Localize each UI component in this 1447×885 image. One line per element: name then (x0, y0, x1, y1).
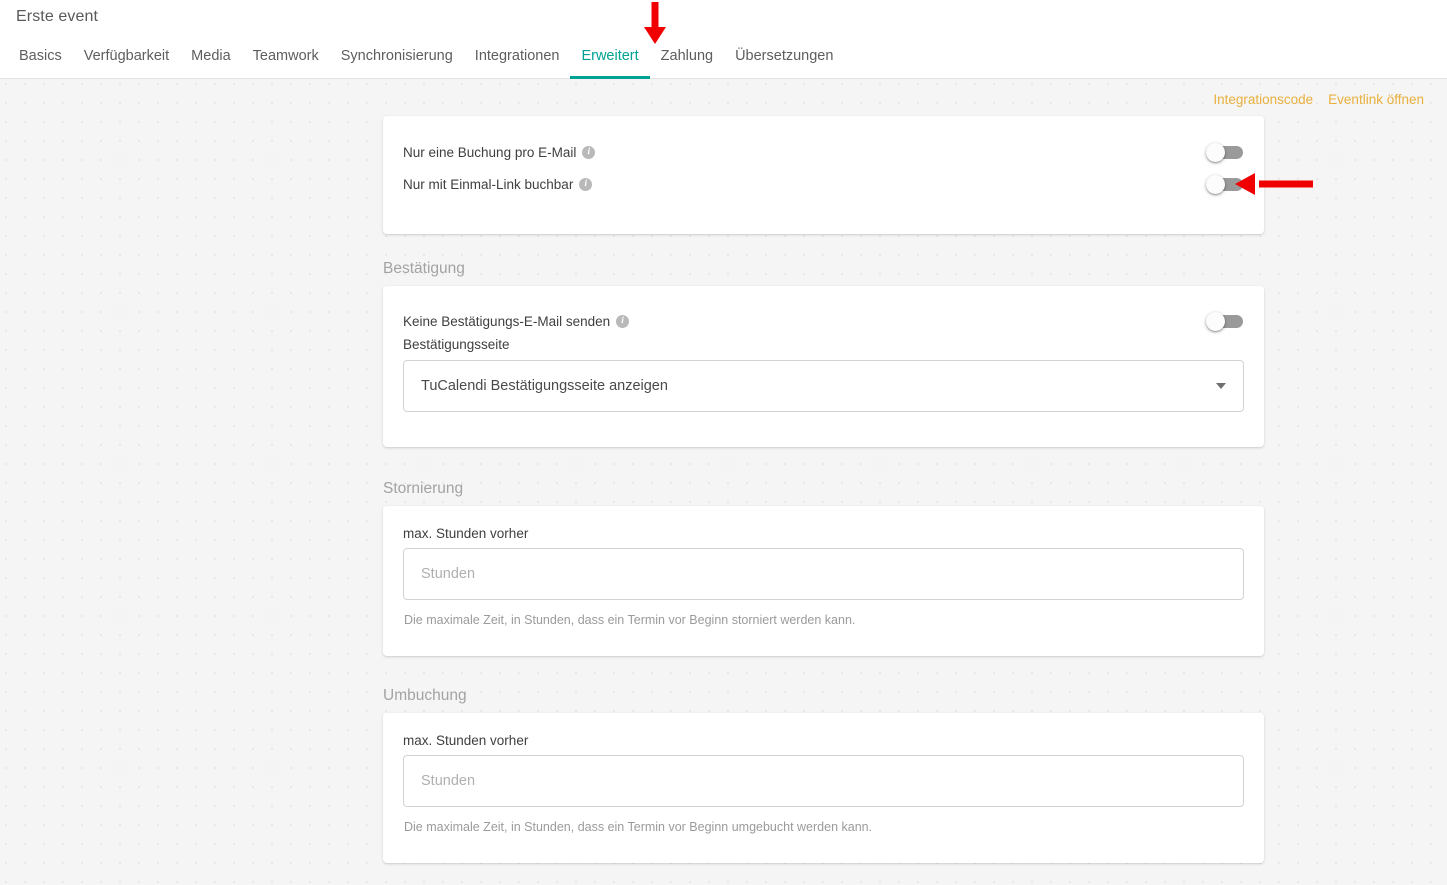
toggle-nur-mit-einmal-link-buchbar[interactable] (1206, 175, 1244, 194)
toggle-knob (1206, 143, 1225, 162)
tab-teamwork[interactable]: Teamwork (242, 38, 330, 79)
row-label-group: Nur mit Einmal-Link buchbar i (403, 176, 593, 192)
tab-verfugbarkeit[interactable]: Verfügbarkeit (73, 38, 180, 79)
app-header: Erste event Basics Verfügbarkeit Media T… (0, 0, 1447, 79)
row-keine-bestaetigungs-email-senden: Keine Bestätigungs-E-Mail senden i (403, 308, 1244, 334)
tab-label: Zahlung (660, 48, 714, 64)
main-content-area: Integrationscode Eventlink öffnen Nur ei… (0, 79, 1447, 885)
input-stornierung-stunden[interactable] (403, 548, 1244, 600)
select-value: TuCalendi Bestätigungsseite anzeigen (421, 378, 668, 394)
page-title: Erste event (16, 8, 99, 25)
input-umbuchung-stunden[interactable] (403, 755, 1244, 807)
eventlink-oeffnen-link[interactable]: Eventlink öffnen (1328, 92, 1424, 107)
toggle-knob (1206, 312, 1225, 331)
tab-label: Integrationen (474, 48, 560, 64)
info-icon[interactable]: i (616, 314, 630, 328)
row-label-group: Keine Bestätigungs-E-Mail senden i (403, 313, 630, 329)
tab-label: Übersetzungen (735, 48, 834, 64)
tab-integrationen[interactable]: Integrationen (464, 38, 571, 79)
cancellation-card: max. Stunden vorher Die maximale Zeit, i… (383, 506, 1264, 656)
tab-strip: Basics Verfügbarkeit Media Teamwork Sync… (0, 38, 844, 79)
info-icon[interactable]: i (579, 177, 593, 191)
tab-ubersetzungen[interactable]: Übersetzungen (724, 38, 844, 79)
label-bestaetigungsseite: Bestätigungsseite (403, 337, 510, 352)
row-label-text: Nur eine Buchung pro E-Mail (403, 144, 577, 160)
tab-label: Synchronisierung (340, 48, 453, 64)
section-heading-umbuchung: Umbuchung (383, 687, 467, 704)
tab-zahlung[interactable]: Zahlung (650, 38, 724, 79)
helper-text-umbuchung: Die maximale Zeit, in Stunden, dass ein … (404, 820, 873, 834)
info-icon[interactable]: i (582, 145, 596, 159)
tab-media[interactable]: Media (180, 38, 242, 79)
section-heading-stornierung: Stornierung (383, 480, 464, 497)
tab-label: Teamwork (252, 48, 319, 64)
row-nur-eine-buchung-pro-email: Nur eine Buchung pro E-Mail i (403, 139, 1244, 165)
row-label-group: Nur eine Buchung pro E-Mail i (403, 144, 596, 160)
tab-label: Verfügbarkeit (83, 48, 170, 64)
tab-label: Erweitert (581, 48, 639, 64)
select-bestaetigungsseite[interactable]: TuCalendi Bestätigungsseite anzeigen (403, 360, 1244, 412)
tab-erweitert[interactable]: Erweitert (570, 38, 650, 79)
toggle-knob (1206, 175, 1225, 194)
booking-options-card: Nur eine Buchung pro E-Mail i Nur mit Ei… (383, 116, 1264, 234)
chevron-down-icon (1216, 383, 1226, 389)
row-label-text: Keine Bestätigungs-E-Mail senden (403, 313, 611, 329)
tab-synchronisierung[interactable]: Synchronisierung (330, 38, 464, 79)
tab-basics[interactable]: Basics (8, 38, 73, 79)
top-right-links: Integrationscode Eventlink öffnen (1213, 92, 1424, 107)
row-label-text: Nur mit Einmal-Link buchbar (403, 176, 574, 192)
label-max-stunden-vorher-umbuchung: max. Stunden vorher (403, 733, 529, 748)
tab-label: Media (191, 48, 231, 64)
row-nur-mit-einmal-link-buchbar: Nur mit Einmal-Link buchbar i (403, 171, 1244, 197)
helper-text-stornierung: Die maximale Zeit, in Stunden, dass ein … (404, 613, 856, 627)
rebooking-card: max. Stunden vorher Die maximale Zeit, i… (383, 713, 1264, 863)
integrationscode-link[interactable]: Integrationscode (1213, 92, 1313, 107)
tab-label: Basics (19, 48, 62, 64)
confirmation-card: Keine Bestätigungs-E-Mail senden i Bestä… (383, 286, 1264, 447)
toggle-keine-bestaetigungs-email-senden[interactable] (1206, 312, 1244, 331)
label-max-stunden-vorher-stornierung: max. Stunden vorher (403, 526, 529, 541)
toggle-nur-eine-buchung-pro-email[interactable] (1206, 143, 1244, 162)
section-heading-bestaetigung: Bestätigung (383, 260, 465, 277)
